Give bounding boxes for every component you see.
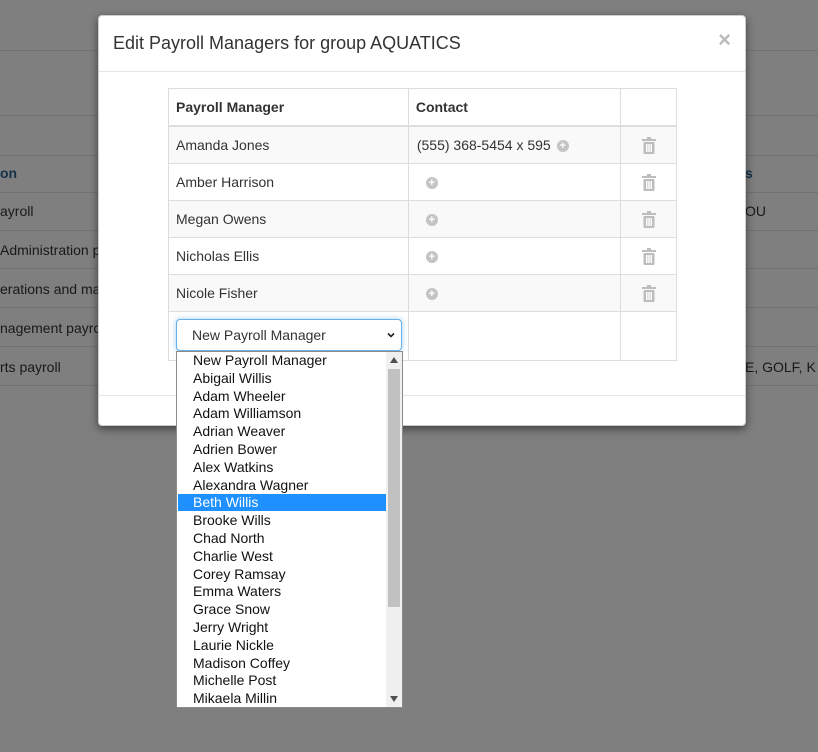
empty-cell [620, 311, 677, 361]
contact-cell: + [407, 274, 622, 312]
empty-cell [407, 311, 622, 361]
add-contact-icon[interactable]: + [425, 251, 438, 264]
trash-icon[interactable] [641, 210, 656, 228]
select-option[interactable]: Chad North [178, 530, 386, 547]
add-contact-icon[interactable]: + [425, 214, 438, 227]
select-option[interactable]: New Payroll Manager [178, 352, 386, 369]
select-option[interactable]: Charlie West [178, 548, 386, 565]
delete-cell [620, 237, 677, 275]
scroll-up-arrow-icon[interactable] [390, 357, 398, 363]
close-icon[interactable]: × [718, 28, 731, 52]
modal-title: Edit Payroll Managers for group AQUATICS [113, 33, 461, 53]
select-option[interactable]: Emma Waters [178, 583, 386, 600]
table-row: Amber Harrison + [168, 163, 677, 201]
table-row: Megan Owens + [168, 200, 677, 238]
select-option[interactable]: Alex Watkins [178, 459, 386, 476]
manager-name: Amber Harrison [168, 163, 409, 201]
table-row: Nicole Fisher + [168, 274, 677, 312]
manager-name: Nicholas Ellis [168, 237, 409, 275]
manager-name: Nicole Fisher [168, 274, 409, 312]
select-option[interactable]: Adam Wheeler [178, 388, 386, 405]
select-option[interactable]: Mikaela Millin [178, 690, 386, 707]
select-option[interactable]: Abigail Willis [178, 370, 386, 387]
select-option[interactable]: Jerry Wright [178, 619, 386, 636]
table-header-row: Payroll Manager Contact [168, 88, 677, 127]
select-option[interactable]: Michelle Post [178, 672, 386, 689]
modal-header: Edit Payroll Managers for group AQUATICS… [99, 16, 745, 72]
add-contact-icon[interactable]: + [425, 288, 438, 301]
select-option-highlighted[interactable]: Beth Willis [178, 494, 386, 511]
contact-value: (555) 368-5454 x 595 [416, 137, 551, 153]
delete-cell [620, 125, 677, 164]
dropdown-scrollbar[interactable] [386, 352, 402, 707]
contact-cell: + [407, 237, 622, 275]
select-option[interactable]: Brooke Wills [178, 512, 386, 529]
table-row: Nicholas Ellis + [168, 237, 677, 275]
contact-cell: + [407, 200, 622, 238]
scroll-down-arrow-icon[interactable] [390, 696, 398, 702]
select-option[interactable]: Adam Williamson [178, 405, 386, 422]
column-header-actions [620, 88, 677, 127]
contact-cell: + [407, 163, 622, 201]
manager-name: Amanda Jones [168, 125, 409, 164]
select-option[interactable]: Corey Ramsay [178, 566, 386, 583]
select-option[interactable]: Laurie Nickle [178, 637, 386, 654]
column-header-contact: Contact [407, 88, 622, 127]
column-header-payroll-manager: Payroll Manager [168, 88, 409, 127]
scrollbar-thumb[interactable] [388, 369, 400, 607]
delete-cell [620, 163, 677, 201]
trash-icon[interactable] [641, 136, 656, 154]
trash-icon[interactable] [641, 247, 656, 265]
add-contact-icon[interactable]: + [425, 177, 438, 190]
select-option[interactable]: Adrian Weaver [178, 423, 386, 440]
manager-name: Megan Owens [168, 200, 409, 238]
select-option[interactable]: Madison Coffey [178, 655, 386, 672]
delete-cell [620, 200, 677, 238]
select-option[interactable]: Adrien Bower [178, 441, 386, 458]
trash-icon[interactable] [641, 284, 656, 302]
contact-cell: (555) 368-5454 x 595 + [407, 125, 622, 164]
payroll-manager-options-list[interactable]: New Payroll Manager Abigail Willis Adam … [176, 351, 403, 708]
payroll-manager-select[interactable]: New Payroll Manager [176, 319, 402, 351]
select-option[interactable]: Alexandra Wagner [178, 477, 386, 494]
table-row: Amanda Jones (555) 368-5454 x 595 + [168, 125, 677, 164]
delete-cell [620, 274, 677, 312]
select-option[interactable]: Grace Snow [178, 601, 386, 618]
chevron-down-icon [387, 332, 395, 338]
add-contact-icon[interactable]: + [556, 140, 569, 153]
select-value: New Payroll Manager [192, 327, 326, 343]
trash-icon[interactable] [641, 173, 656, 191]
